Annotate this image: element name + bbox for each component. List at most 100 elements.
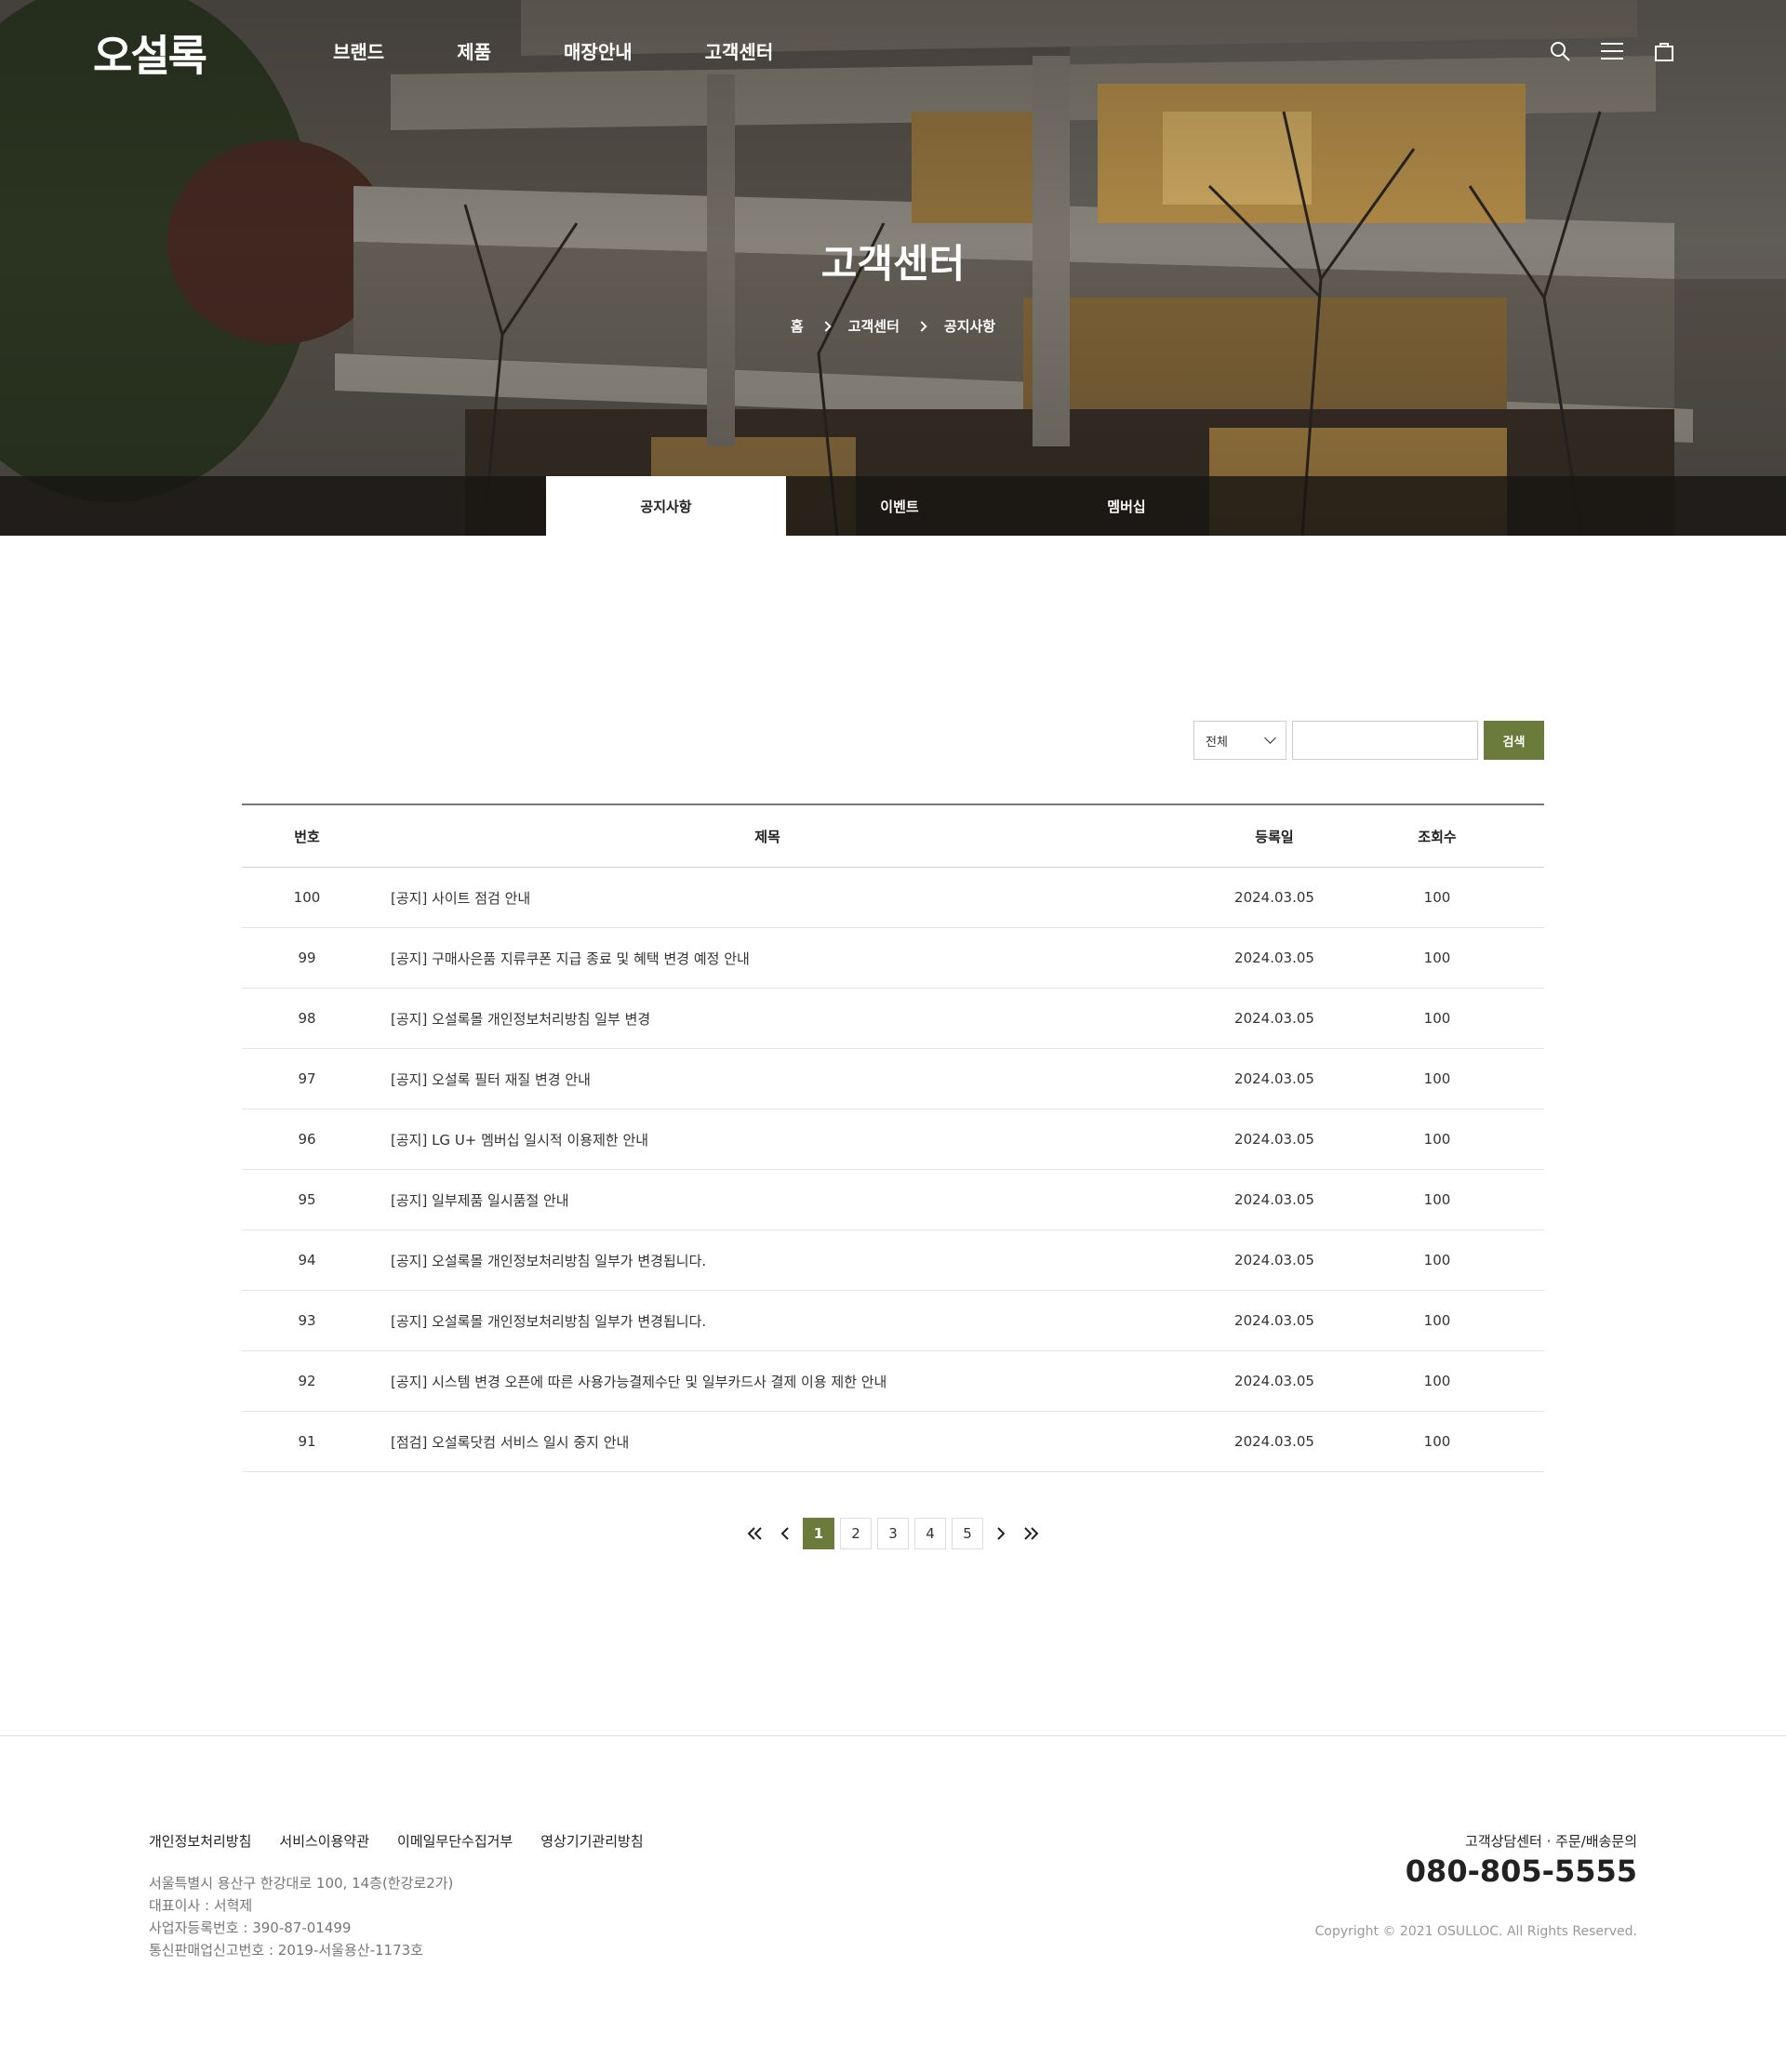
table-row[interactable]: 91 [점검] 오설록닷컴 서비스 일시 중지 안내 2024.03.05 100 <box>242 1412 1544 1472</box>
breadcrumb: 홈 고객센터 공지사항 <box>0 316 1786 336</box>
search-input[interactable] <box>1292 721 1478 760</box>
row-title-link[interactable]: [공지] 시스템 변경 오픈에 따른 사용가능결제수단 및 일부카드사 결제 이… <box>372 1372 1163 1391</box>
page-title: 고객센터 <box>820 241 966 286</box>
search-category-select[interactable]: 전체 <box>1193 721 1286 760</box>
table-row[interactable]: 99 [공지] 구매사은품 지류쿠폰 지급 종료 및 혜택 변경 예정 안내 202… <box>242 928 1544 989</box>
row-views: 100 <box>1423 1070 1451 1087</box>
row-date: 2024.03.05 <box>1234 1433 1314 1450</box>
footer-link-email-refusal[interactable]: 이메일무단수집거부 <box>397 1831 513 1851</box>
row-number: 94 <box>298 1252 316 1268</box>
table-row[interactable]: 96 [공지] LG U+ 멤버십 일시적 이용제한 안내 2024.03.05 10… <box>242 1109 1544 1170</box>
table-row[interactable]: 92 [공지] 시스템 변경 오픈에 따른 사용가능결제수단 및 일부카드사 결제… <box>242 1351 1544 1412</box>
row-number: 97 <box>298 1070 316 1087</box>
row-date: 2024.03.05 <box>1234 1252 1314 1268</box>
footer-link-terms[interactable]: 서비스이용약관 <box>279 1831 369 1851</box>
next-page-icon[interactable] <box>989 1518 1013 1549</box>
logo[interactable]: 오설록 <box>93 22 207 84</box>
tab-notice[interactable]: 공지사항 <box>546 476 786 536</box>
row-title-link[interactable]: [공지] LG U+ 멤버십 일시적 이용제한 안내 <box>372 1130 1163 1149</box>
row-number: 99 <box>298 950 316 966</box>
row-title-link[interactable]: [공지] 오설록몰 개인정보처리방침 일부 변경 <box>372 1009 1163 1029</box>
page-button-3[interactable]: 3 <box>877 1518 909 1549</box>
row-views: 100 <box>1423 1131 1451 1148</box>
row-views: 100 <box>1423 1010 1451 1027</box>
row-views: 100 <box>1423 1191 1451 1208</box>
cart-bag-icon[interactable] <box>1650 37 1678 65</box>
prev-page-icon[interactable] <box>773 1518 797 1549</box>
row-title-link[interactable]: [공지] 오설록몰 개인정보처리방침 일부가 변경됩니다. <box>372 1311 1163 1331</box>
row-date: 2024.03.05 <box>1234 950 1314 966</box>
row-date: 2024.03.05 <box>1234 1010 1314 1027</box>
search-button[interactable]: 검색 <box>1484 721 1544 760</box>
row-number: 91 <box>298 1433 316 1450</box>
menu-item-brand[interactable]: 브랜드 <box>333 37 384 64</box>
menu-item-products[interactable]: 제품 <box>457 37 491 64</box>
table-row[interactable]: 93 [공지] 오설록몰 개인정보처리방침 일부가 변경됩니다. 2024.03.0… <box>242 1291 1544 1351</box>
row-views: 100 <box>1423 889 1451 906</box>
menu-item-stores[interactable]: 매장안내 <box>564 37 633 64</box>
row-number: 92 <box>298 1373 316 1389</box>
row-title-link[interactable]: [점검] 오설록닷컴 서비스 일시 중지 안내 <box>372 1432 1163 1452</box>
table-header: 번호 제목 등록일 조회수 <box>242 805 1544 868</box>
table-row[interactable]: 97 [공지] 오설록 필터 재질 변경 안내 2024.03.05 100 <box>242 1049 1544 1109</box>
column-header-number: 번호 <box>294 828 320 845</box>
last-page-icon[interactable] <box>1019 1518 1043 1549</box>
table-body: 100 [공지] 사이트 점검 안내 2024.03.05 100 99 [공지] 구매사… <box>242 868 1544 1472</box>
page-button-5[interactable]: 5 <box>952 1518 983 1549</box>
breadcrumb-notice[interactable]: 공지사항 <box>944 316 995 336</box>
row-title-link[interactable]: [공지] 오설록몰 개인정보처리방침 일부가 변경됩니다. <box>372 1251 1163 1270</box>
row-date: 2024.03.05 <box>1234 1131 1314 1148</box>
sub-tab-bar: 공지사항 이벤트 멤버십 <box>0 476 1786 536</box>
chevron-down-icon <box>1264 732 1276 744</box>
search-category-value: 전체 <box>1206 735 1228 750</box>
row-number: 100 <box>293 889 321 906</box>
column-header-date: 등록일 <box>1255 828 1294 845</box>
row-views: 100 <box>1423 950 1451 966</box>
column-header-title: 제목 <box>754 828 780 845</box>
row-date: 2024.03.05 <box>1234 1312 1314 1329</box>
company-address: 서울특별시 용산구 한강대로 100, 14층(한강로2가) <box>149 1875 454 1892</box>
menu-item-customer-center[interactable]: 고객센터 <box>705 37 774 64</box>
page-button-4[interactable]: 4 <box>914 1518 946 1549</box>
row-date: 2024.03.05 <box>1234 1191 1314 1208</box>
row-title-link[interactable]: [공지] 사이트 점검 안내 <box>372 888 1163 908</box>
row-number: 95 <box>298 1191 316 1208</box>
chevron-right-icon <box>820 320 832 332</box>
row-number: 98 <box>298 1010 316 1027</box>
row-title-link[interactable]: [공지] 구매사은품 지류쿠폰 지급 종료 및 혜택 변경 예정 안내 <box>372 949 1163 968</box>
row-date: 2024.03.05 <box>1234 1070 1314 1087</box>
footer-link-privacy[interactable]: 개인정보처리방침 <box>149 1831 251 1851</box>
breadcrumb-customer-center[interactable]: 고객센터 <box>848 316 900 336</box>
search-icon[interactable] <box>1546 37 1574 65</box>
row-views: 100 <box>1423 1312 1451 1329</box>
tab-event[interactable]: 이벤트 <box>786 476 1013 536</box>
notice-table: 번호 제목 등록일 조회수 100 [공지] 사이트 점검 안내 2024.03.0… <box>242 804 1544 1472</box>
row-views: 100 <box>1423 1433 1451 1450</box>
table-row[interactable]: 98 [공지] 오설록몰 개인정보처리방침 일부 변경 2024.03.05 100 <box>242 989 1544 1049</box>
page-button-1[interactable]: 1 <box>803 1518 834 1549</box>
page-button-2[interactable]: 2 <box>840 1518 872 1549</box>
hamburger-menu-icon[interactable] <box>1598 37 1626 65</box>
main-menu: 브랜드 제품 매장안내 고객센터 <box>333 37 846 64</box>
row-title-link[interactable]: [공지] 오설록 필터 재질 변경 안내 <box>372 1069 1163 1089</box>
board-search: 전체 검색 <box>1193 721 1544 760</box>
breadcrumb-home[interactable]: 홈 <box>791 316 804 336</box>
table-row[interactable]: 95 [공지] 일부제품 일시품절 안내 2024.03.05 100 <box>242 1170 1544 1230</box>
first-page-icon[interactable] <box>743 1518 767 1549</box>
company-mail-order-number: 통신판매업신고번호 : 2019-서울용산-1173호 <box>149 1942 423 1959</box>
row-date: 2024.03.05 <box>1234 1373 1314 1389</box>
footer-links: 개인정보처리방침 서비스이용약관 이메일무단수집거부 영상기기관리방침 <box>149 1831 644 1851</box>
footer: 개인정보처리방침 서비스이용약관 이메일무단수집거부 영상기기관리방침 서울특별… <box>0 1735 1786 2072</box>
copyright: Copyright © 2021 OSULLOC. All Rights Res… <box>1314 1924 1637 1939</box>
row-title-link[interactable]: [공지] 일부제품 일시품절 안내 <box>372 1190 1163 1210</box>
row-number: 96 <box>298 1131 316 1148</box>
column-header-views: 조회수 <box>1418 828 1457 845</box>
company-ceo: 대표이사 : 서혁제 <box>149 1897 253 1914</box>
tab-membership[interactable]: 멤버십 <box>1013 476 1240 536</box>
row-date: 2024.03.05 <box>1234 889 1314 906</box>
footer-link-cctv-policy[interactable]: 영상기기관리방침 <box>540 1831 643 1851</box>
table-row[interactable]: 100 [공지] 사이트 점검 안내 2024.03.05 100 <box>242 868 1544 928</box>
table-row[interactable]: 94 [공지] 오설록몰 개인정보처리방침 일부가 변경됩니다. 2024.03.0… <box>242 1230 1544 1291</box>
cs-label: 고객상담센터 · 주문/배송문의 <box>1465 1833 1637 1850</box>
cs-phone[interactable]: 080-805-5555 <box>1406 1853 1637 1889</box>
